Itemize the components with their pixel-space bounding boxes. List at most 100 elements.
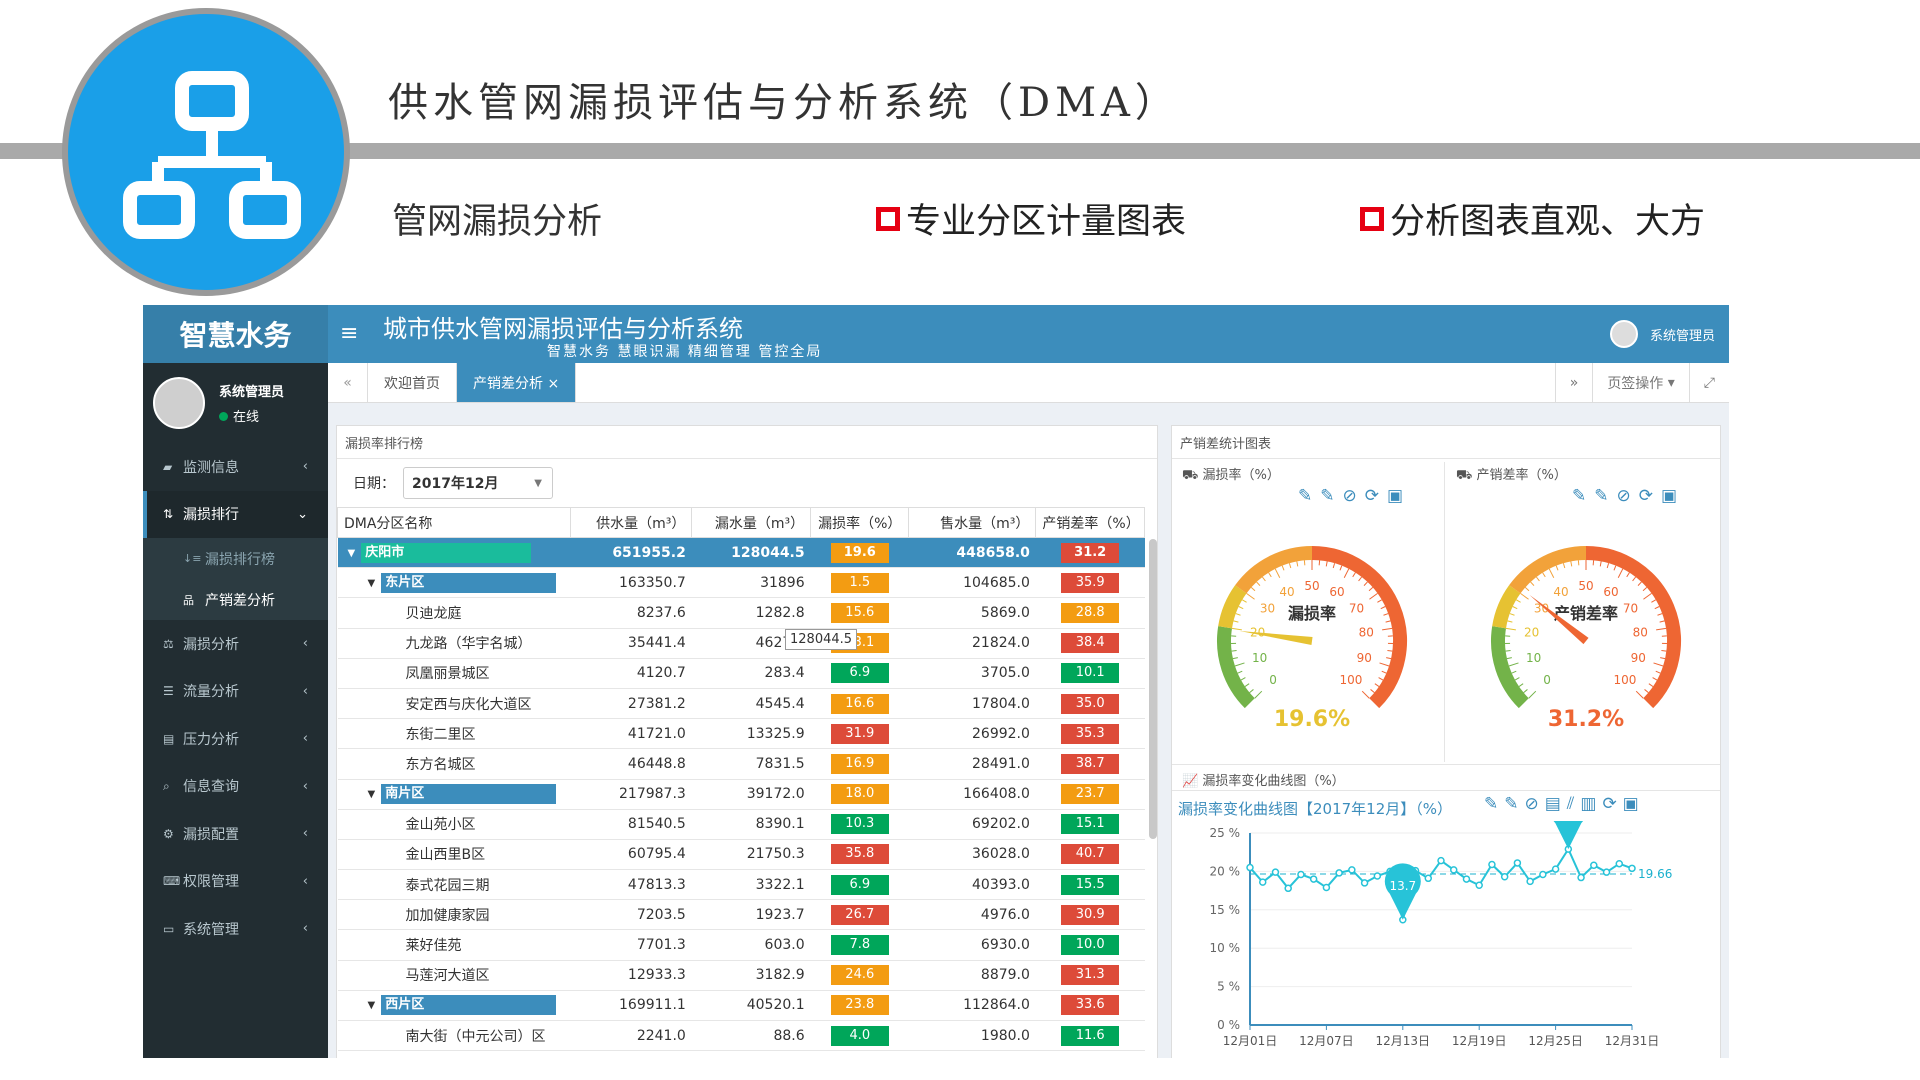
gauge-tick bbox=[1385, 620, 1391, 623]
gauge-tick bbox=[1505, 627, 1516, 631]
table-row[interactable]: 莱好佳苑 7701.3 603.0 7.8 6930.0 10.0 bbox=[337, 929, 1145, 961]
sidebar-item-permissions[interactable]: ⌨ 权限管理 ‹ bbox=[143, 858, 328, 906]
column-header[interactable]: 漏损率（%） bbox=[810, 507, 910, 538]
date-select[interactable]: 2017年12月 ▼ bbox=[403, 467, 553, 499]
sidebar-item-leak-ranking[interactable]: ⇅ 漏损排行 ⌄ bbox=[143, 490, 328, 538]
table-row[interactable]: 东街二里区 41721.0 13325.9 31.9 26992.0 35.3 bbox=[337, 718, 1145, 750]
table-row-city[interactable]: ▼ 庆阳市 651955.2 128044.5 19.6 448658.0 31.2 bbox=[337, 537, 1145, 569]
top-user-menu[interactable]: 系统管理员 bbox=[1609, 320, 1715, 348]
caret-down-icon[interactable]: ▼ bbox=[348, 548, 356, 559]
sidebar-item-monitor[interactable]: ▰ 监测信息 ‹ bbox=[143, 443, 328, 491]
gauge-tick bbox=[1387, 650, 1393, 652]
bullet-text: 专业分区计量图表 bbox=[906, 202, 1187, 242]
column-header[interactable]: 产销差率（%） bbox=[1035, 507, 1145, 538]
chart-toolbox[interactable]: ✎✎⊘▤⫽▥⟳▣ bbox=[1484, 794, 1645, 814]
column-header[interactable]: 供水量（m³） bbox=[570, 507, 693, 538]
sidebar-subitem-diff-analysis[interactable]: 品产销差分析 bbox=[143, 579, 328, 620]
sidebar-item-pressure-analysis[interactable]: ▤ 压力分析 ‹ bbox=[143, 715, 328, 763]
diff-cell: 23.7 bbox=[1035, 779, 1145, 810]
sale-cell: 112864.0 bbox=[908, 990, 1036, 1022]
data-point bbox=[1373, 872, 1382, 880]
gauge-tick bbox=[1524, 587, 1530, 592]
rate-badge: 6.9 bbox=[830, 663, 889, 684]
gauge-tick bbox=[1659, 620, 1665, 623]
data-point bbox=[1577, 873, 1585, 882]
gauge-tick bbox=[1234, 662, 1245, 667]
sidebar-item-info-query[interactable]: ⌕ 信息查询 ‹ bbox=[143, 763, 328, 811]
diff-badge: 35.0 bbox=[1061, 693, 1120, 714]
caret-down-icon: ▼ bbox=[534, 477, 542, 489]
tab-operations-dropdown[interactable]: 页签操作 ▾ bbox=[1592, 363, 1688, 402]
stats-chart-panel: 产销差统计图表 ⛟ 漏损率（%） ⛟ 产销差率（%） ✎✎⊘⟳▣ ✎✎⊘⟳▣ 0… bbox=[1171, 425, 1721, 1058]
rate-cell: 19.6 bbox=[810, 537, 909, 569]
cell-tooltip: 128044.5 bbox=[785, 629, 858, 650]
caret-down-icon[interactable]: ▼ bbox=[368, 1000, 376, 1011]
gauge-tick-label: 70 bbox=[1623, 602, 1638, 616]
table-scrollbar[interactable] bbox=[1149, 539, 1157, 839]
brand-logo[interactable]: 智慧水务 bbox=[143, 305, 328, 363]
table-row[interactable]: 金山西里B区 60795.4 21750.3 35.8 36028.0 40.7 bbox=[337, 839, 1145, 871]
leak-ranking-panel: 漏损率排行榜 日期： 2017年12月 ▼ DMA分区名称 供水量（m³） 漏水量… bbox=[336, 425, 1158, 1058]
column-header[interactable]: 漏水量（m³） bbox=[691, 507, 812, 538]
sidebar-item-label: 压力分析 bbox=[183, 731, 239, 748]
gauge-tick bbox=[1231, 627, 1242, 631]
red-square-icon bbox=[1360, 206, 1384, 231]
sidebar-item-flow-analysis[interactable]: ☰ 流量分析 ‹ bbox=[143, 668, 328, 716]
gauge-tick bbox=[1379, 662, 1390, 667]
caret-down-icon[interactable]: ▼ bbox=[368, 789, 376, 800]
chart-toolbox[interactable]: ✎✎⊘⟳▣ bbox=[1572, 486, 1685, 506]
gauge-tick bbox=[1249, 689, 1254, 694]
table-row[interactable]: 马莲河大道区 12933.3 3182.9 24.6 8879.0 31.3 bbox=[337, 960, 1145, 991]
rate-cell: 26.7 bbox=[810, 899, 909, 931]
gauge-tick bbox=[1339, 565, 1343, 571]
sidebar-item-label: 系统管理 bbox=[183, 921, 239, 938]
diff-cell: 40.7 bbox=[1035, 839, 1145, 871]
sidebar-item-leak-config[interactable]: ⚙ 漏损配置 ‹ bbox=[143, 810, 328, 858]
tab-diff-analysis[interactable]: 产销差分析 × bbox=[457, 363, 577, 402]
table-row[interactable]: 贝迪龙庭 8237.6 1282.8 15.6 5869.0 28.8 bbox=[337, 597, 1145, 629]
column-header[interactable]: DMA分区名称 bbox=[337, 507, 572, 538]
gauge-tick-label: 90 bbox=[1631, 651, 1646, 665]
gauge-tick bbox=[1509, 613, 1515, 616]
table-row-district[interactable]: ▼ 东片区 163350.7 31896 1.5 104685.0 35.9 bbox=[337, 567, 1145, 599]
caret-down-icon[interactable]: ▼ bbox=[368, 578, 376, 589]
gauge-tick bbox=[1261, 576, 1266, 582]
table-row[interactable]: 南大街（中元公司）区 2241.0 88.6 4.0 1980.0 11.6 bbox=[337, 1020, 1145, 1052]
panel-title: 产销差统计图表 bbox=[1172, 426, 1720, 459]
sidebar-item-leak-analysis[interactable]: ⚖ 漏损分析 ‹ bbox=[143, 620, 328, 668]
gauge-tick bbox=[1363, 581, 1368, 586]
sale-cell: 6930.0 bbox=[908, 929, 1036, 961]
table-row[interactable]: 凤凰丽景城区 4120.7 283.4 6.9 3705.0 10.1 bbox=[337, 658, 1145, 689]
tab-scroll-left-icon[interactable]: « bbox=[328, 363, 368, 402]
dma-name-cell: ▼ 东片区 bbox=[337, 567, 571, 599]
dma-name: 东街二里区 bbox=[405, 726, 476, 743]
submenu: ↓≡ 漏损排行榜 品产销差分析 bbox=[143, 538, 328, 620]
supply-cell: 12933.3 bbox=[570, 960, 692, 991]
column-header[interactable]: 售水量（m³） bbox=[908, 507, 1037, 538]
table-row[interactable]: 安定西与庆化大道区 27381.2 4545.4 16.6 17804.0 35.0 bbox=[337, 688, 1145, 720]
fullscreen-icon[interactable]: ⤢ bbox=[1688, 363, 1729, 402]
chart-toolbox[interactable]: ✎✎⊘⟳▣ bbox=[1298, 486, 1411, 506]
dma-name-cell: 九龙路（华宇名城） bbox=[337, 628, 571, 659]
gauge-tick bbox=[1506, 657, 1512, 660]
hamburger-icon[interactable]: ≡ bbox=[340, 321, 358, 346]
table-row[interactable]: 泰式花园三期 47813.3 3322.1 6.9 40393.0 15.5 bbox=[337, 869, 1145, 901]
tab-welcome[interactable]: 欢迎首页 bbox=[368, 363, 457, 402]
gauge-diff-title: 产销差率（%） bbox=[1476, 468, 1567, 483]
sidebar-item-system[interactable]: ▭ 系统管理 ‹ bbox=[143, 905, 328, 953]
gauge-tick bbox=[1626, 572, 1630, 578]
bullet-item: 分析图表直观、大方 bbox=[1360, 193, 1705, 244]
table-row[interactable]: 加加健康家园 7203.5 1923.7 26.7 4976.0 30.9 bbox=[337, 899, 1145, 931]
table-row-district[interactable]: ▼ 西片区 169911.1 40520.1 23.8 112864.0 33.6 bbox=[337, 990, 1145, 1022]
rate-badge: 6.9 bbox=[830, 874, 889, 895]
leak-cell: 7831.5 bbox=[691, 748, 811, 780]
table-row[interactable]: 九龙路（华宇名城） 35441.4 4627.4 13.1 21824.0 38.4 bbox=[337, 628, 1145, 659]
sidebar-subitem-ranking-list[interactable]: ↓≡ 漏损排行榜 bbox=[143, 538, 328, 579]
tab-scroll-right-icon[interactable]: » bbox=[1554, 363, 1593, 402]
bullet-item: 专业分区计量图表 bbox=[876, 193, 1186, 244]
table-row[interactable]: 东方名城区 46448.8 7831.5 16.9 28491.0 38.7 bbox=[337, 748, 1145, 780]
table-row[interactable]: 金山苑小区 81540.5 8390.1 10.3 69202.0 15.1 bbox=[337, 809, 1145, 840]
table-row-district[interactable]: ▼ 南片区 217987.3 39172.0 18.0 166408.0 23.7 bbox=[337, 779, 1145, 810]
gauge-value: 19.6% bbox=[1274, 707, 1350, 732]
sale-cell: 104685.0 bbox=[908, 567, 1036, 599]
